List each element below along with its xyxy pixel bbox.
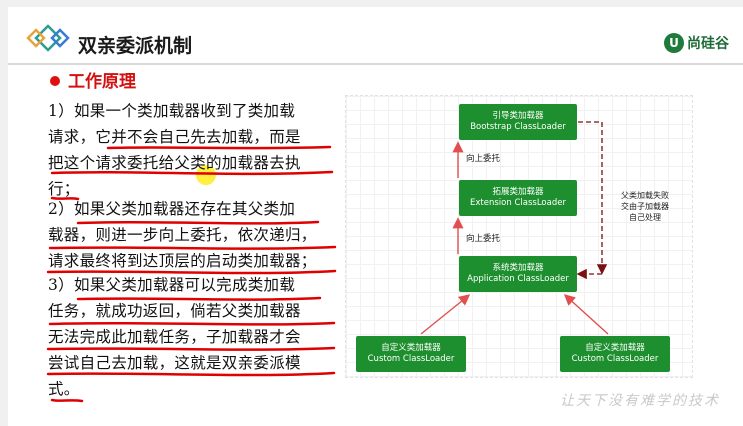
paragraph-1: 1）如果一个类加载器收到了类加载 请求，它并不会自己先去加载，而是 把这个请求委…: [48, 98, 348, 202]
paragraph-line: 把这个请求委托给父类的加载器去执: [48, 154, 301, 172]
paragraph-line: 载器，则进一步向上委托，依次递归，: [48, 226, 317, 244]
paragraph-line: 无法完成此加载任务，子加载器才会: [48, 328, 301, 346]
box-en-label: Extension ClassLoader: [470, 198, 566, 208]
box-en-label: Custom ClassLoader: [367, 354, 455, 364]
custom-classloader-box-left: 自定义类加载器 Custom ClassLoader: [356, 336, 466, 372]
extension-classloader-box: 拓展类加载器 Extension ClassLoader: [459, 180, 577, 216]
paragraph-line: 1）如果一个类加载器收到了类加载: [48, 102, 296, 120]
bullet-dot-icon: [50, 76, 60, 86]
box-en-label: Bootstrap ClassLoader: [470, 122, 566, 132]
application-classloader-box: 系统类加载器 Application ClassLoader: [459, 256, 577, 292]
up-arrow: [420, 294, 471, 335]
paragraph-line: 尝试自己去加载，这就是双亲委派模: [48, 354, 301, 372]
paragraph-line: 任务，就成功返回，倘若父类加载器: [48, 302, 301, 320]
slogan-watermark: 让天下没有难学的技术: [560, 393, 720, 409]
paragraph-3: 3）如果父类加载器可以完成类加载 任务，就成功返回，倘若父类加载器 无法完成此加…: [48, 272, 348, 402]
classloader-diagram: 引导类加载器 Bootstrap ClassLoader 拓展类加载器 Exte…: [345, 95, 693, 378]
box-cn-label: 自定义类加载器: [585, 343, 645, 353]
delegate-up-label: 向上委托: [466, 154, 501, 164]
box-cn-label: 系统类加载器: [492, 263, 544, 273]
brand-name: 尚硅谷: [687, 36, 729, 52]
paragraph-line: 请求最终将到达顶层的启动类加载器；: [48, 252, 317, 270]
paragraph-line: 2）如果父类加载器还存在其父类加: [48, 200, 296, 218]
fallback-note: 父类加载失败 交由子加载器 自己处理: [614, 190, 676, 223]
brand-icon: U: [664, 33, 684, 53]
slide-logo-icon: [26, 24, 70, 52]
brand-logo: U 尚硅谷: [664, 33, 729, 53]
note-line: 父类加载失败: [621, 191, 669, 200]
note-line: 自己处理: [629, 213, 661, 222]
box-en-label: Custom ClassLoader: [571, 354, 659, 364]
custom-classloader-box-right: 自定义类加载器 Custom ClassLoader: [560, 336, 670, 372]
box-en-label: Application ClassLoader: [467, 274, 569, 284]
box-cn-label: 自定义类加载器: [381, 343, 441, 353]
slide-title: 双亲委派机制: [78, 35, 193, 57]
section-heading: 工作原理: [68, 72, 136, 92]
box-cn-label: 拓展类加载器: [492, 187, 544, 197]
box-cn-label: 引导类加载器: [492, 111, 544, 121]
delegate-up-label: 向上委托: [466, 234, 501, 244]
note-line: 交由子加载器: [621, 202, 669, 211]
paragraph-2: 2）如果父类加载器还存在其父类加 载器，则进一步向上委托，依次递归， 请求最终将…: [48, 196, 348, 274]
up-arrow: [563, 294, 609, 335]
paragraph-line: 请求，它并不会自己先去加载，而是: [48, 128, 301, 146]
header-divider: [8, 63, 743, 65]
bootstrap-classloader-box: 引导类加载器 Bootstrap ClassLoader: [459, 104, 577, 140]
paragraph-line: 3）如果父类加载器可以完成类加载: [48, 276, 296, 294]
paragraph-line: 式。: [48, 380, 80, 398]
